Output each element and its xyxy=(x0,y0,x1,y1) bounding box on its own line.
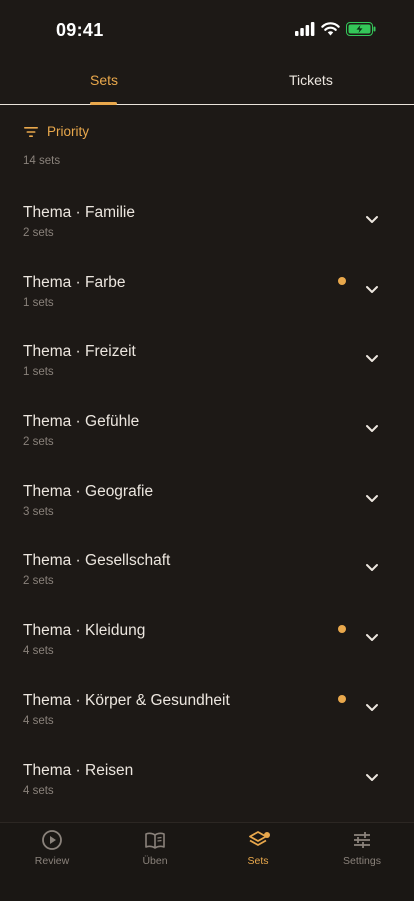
chevron-down-icon[interactable] xyxy=(363,702,381,714)
chevron-down-icon[interactable] xyxy=(363,284,381,296)
list-item-subtitle: 2 sets xyxy=(23,575,54,588)
nav-settings[interactable]: Settings xyxy=(322,829,402,867)
play-circle-icon xyxy=(42,830,62,850)
priority-label: Priority xyxy=(47,124,90,139)
filter-icon xyxy=(24,126,38,137)
chevron-down-icon[interactable] xyxy=(363,214,381,226)
list-item-subtitle: 4 sets xyxy=(23,784,54,797)
tab-sets[interactable]: Sets xyxy=(90,72,118,88)
list-item-title: Thema · Farbe xyxy=(23,273,126,291)
chevron-down-icon[interactable] xyxy=(363,632,381,644)
list-item[interactable]: Thema · Reisen 4 sets xyxy=(0,738,414,808)
chevron-down-icon[interactable] xyxy=(363,493,381,505)
priority-sort-button[interactable]: Priority xyxy=(23,124,89,139)
wifi-icon xyxy=(321,22,340,36)
list-item[interactable]: Thema · Familie 2 sets xyxy=(0,180,414,250)
status-icons xyxy=(295,22,376,36)
nav-ueben[interactable]: Üben xyxy=(115,829,195,867)
nav-review[interactable]: Review xyxy=(12,829,92,867)
list-item-subtitle: 3 sets xyxy=(23,505,54,518)
list-item[interactable]: Thema · Kleidung 4 sets xyxy=(0,598,414,668)
priority-dot xyxy=(338,276,346,285)
priority-dot xyxy=(338,625,346,634)
list-item-title: Thema · Gesellschaft xyxy=(23,552,171,570)
list-item-title: Thema · Freizeit xyxy=(23,343,136,361)
list-item[interactable]: Thema · Geografie 3 sets xyxy=(0,459,414,529)
nav-review-label: Review xyxy=(34,855,70,867)
list-item-subtitle: 1 sets xyxy=(23,296,54,309)
list-item-title: Thema · Reisen xyxy=(23,761,134,779)
bottom-tab-bar: Review Üben Sets Settings xyxy=(0,822,414,901)
topic-list: Thema · Familie 2 sets Thema · Farbe 1 s… xyxy=(0,180,414,807)
list-item[interactable]: Thema · Gesellschaft 2 sets xyxy=(0,528,414,598)
list-item-title: Thema · Familie xyxy=(23,204,135,221)
nav-ueben-label: Üben xyxy=(142,855,168,867)
battery-icon xyxy=(346,22,376,36)
status-time: 09:41 xyxy=(56,20,104,40)
nav-sets-badge xyxy=(264,832,270,838)
status-bar: 09:41 xyxy=(0,0,414,60)
tab-tickets[interactable]: Tickets xyxy=(289,72,333,88)
nav-sets-label: Sets xyxy=(247,855,269,867)
nav-settings-label: Settings xyxy=(343,855,381,867)
list-item-subtitle: 4 sets xyxy=(23,645,54,658)
list-item-subtitle: 2 sets xyxy=(23,227,54,239)
nav-sets[interactable]: Sets xyxy=(218,829,298,867)
list-item[interactable]: Thema · Freizeit 1 sets xyxy=(0,319,414,389)
book-icon xyxy=(145,832,165,849)
list-item[interactable]: Thema · Körper & Gesundheit 4 sets xyxy=(0,668,414,738)
list-item-title: Thema · Kleidung xyxy=(23,622,146,640)
chevron-down-icon[interactable] xyxy=(363,562,381,574)
list-item-subtitle: 2 sets xyxy=(23,436,54,449)
list-item-subtitle: 1 sets xyxy=(23,366,54,379)
priority-dot xyxy=(338,694,346,703)
list-item-title: Thema · Gefühle xyxy=(23,413,140,431)
signal-icon xyxy=(295,22,315,36)
list-item-subtitle: 4 sets xyxy=(23,714,54,727)
segment-tabs: Sets Tickets xyxy=(0,60,414,105)
sliders-icon xyxy=(354,832,370,848)
list-item[interactable]: Thema · Farbe 1 sets xyxy=(0,250,414,320)
list-item-title: Thema · Geografie xyxy=(23,482,154,500)
list-item-title: Thema · Körper & Gesundheit xyxy=(23,691,230,709)
set-count: 14 sets xyxy=(23,155,61,167)
chevron-down-icon[interactable] xyxy=(363,353,381,365)
active-tab-indicator xyxy=(90,102,117,105)
chevron-down-icon[interactable] xyxy=(363,772,381,784)
list-item[interactable]: Thema · Gefühle 2 sets xyxy=(0,389,414,459)
chevron-down-icon[interactable] xyxy=(363,423,381,435)
